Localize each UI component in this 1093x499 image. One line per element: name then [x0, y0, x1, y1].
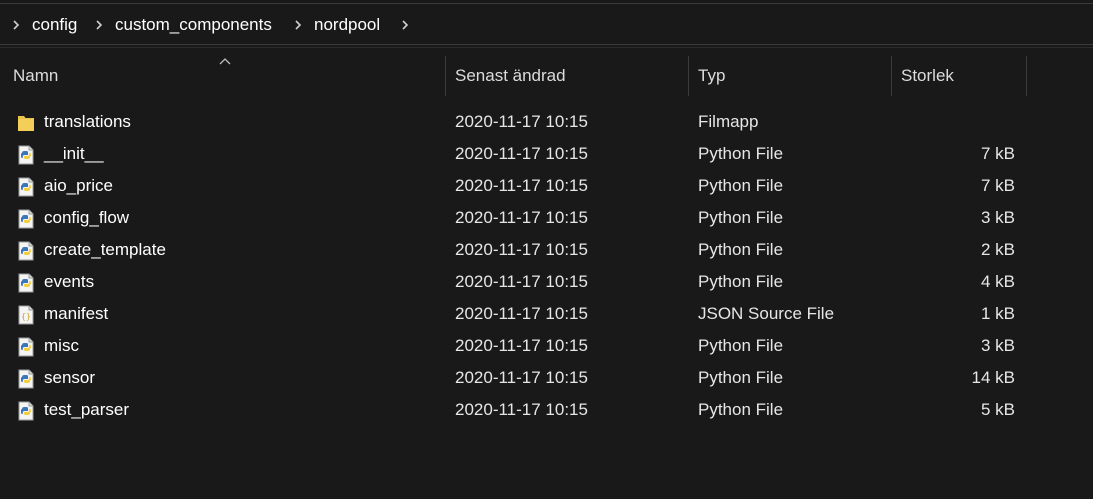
file-modified-date: 2020-11-17 10:15: [455, 112, 588, 131]
file-size: 2 kB: [980, 240, 1015, 259]
file-type: Python File: [698, 176, 784, 195]
file-type: Python File: [698, 208, 784, 227]
folder-icon: [17, 113, 35, 133]
file-size: 7 kB: [980, 176, 1015, 195]
column-header-modified[interactable]: Senast ändrad: [455, 56, 566, 96]
file-modified-date: 2020-11-17 10:15: [455, 208, 588, 227]
file-type: Filmapp: [698, 112, 759, 131]
column-header-type[interactable]: Typ: [698, 56, 725, 96]
file-modified-date: 2020-11-17 10:15: [455, 304, 588, 323]
file-type: Python File: [698, 272, 784, 291]
file-size: 14 kB: [971, 368, 1015, 387]
file-type: Python File: [698, 144, 784, 163]
file-name: translations: [44, 112, 131, 131]
chevron-right-icon[interactable]: [291, 4, 305, 46]
breadcrumb-item-config[interactable]: config: [32, 4, 77, 46]
file-row[interactable]: translations 2020-11-17 10:15 Filmapp: [0, 106, 1093, 138]
file-size: 5 kB: [980, 400, 1015, 419]
python-file-icon: [17, 145, 35, 165]
python-file-icon: [17, 369, 35, 389]
file-name: events: [44, 272, 95, 291]
file-name: aio_price: [44, 176, 113, 195]
file-row[interactable]: test_parser 2020-11-17 10:15 Python File 5 …: [0, 394, 1093, 426]
file-list: Namn Senast ändrad Typ Storlek translati…: [0, 48, 1093, 499]
python-file-icon: [17, 401, 35, 421]
file-name: sensor: [44, 368, 96, 387]
column-divider[interactable]: [1026, 56, 1027, 96]
file-modified-date: 2020-11-17 10:15: [455, 272, 588, 291]
file-row[interactable]: events 2020-11-17 10:15 Python File 4 kB: [0, 266, 1093, 298]
file-size: 4 kB: [980, 272, 1015, 291]
chevron-right-icon[interactable]: [92, 4, 106, 46]
file-row[interactable]: misc 2020-11-17 10:15 Python File 3 kB: [0, 330, 1093, 362]
column-header-row: Namn Senast ändrad Typ Storlek: [0, 56, 1093, 96]
sort-ascending-icon: [219, 58, 231, 65]
svg-text:{}: {}: [21, 312, 31, 321]
file-row[interactable]: __init__ 2020-11-17 10:15 Python File 7 kB: [0, 138, 1093, 170]
file-type: Python File: [698, 368, 784, 387]
address-bar: config custom_components nordpool: [0, 0, 1093, 48]
breadcrumb-item-custom-components[interactable]: custom_components: [115, 4, 272, 46]
python-file-icon: [17, 177, 35, 197]
file-name: test_parser: [44, 400, 130, 419]
file-size: 3 kB: [980, 208, 1015, 227]
breadcrumb[interactable]: config custom_components nordpool: [0, 3, 1093, 45]
file-type: JSON Source File: [698, 304, 835, 323]
breadcrumb-item-nordpool[interactable]: nordpool: [314, 4, 380, 46]
file-type: Python File: [698, 400, 784, 419]
column-divider[interactable]: [891, 56, 892, 96]
chevron-right-icon[interactable]: [9, 4, 23, 46]
column-header-size[interactable]: Storlek: [901, 56, 954, 96]
file-modified-date: 2020-11-17 10:15: [455, 144, 588, 163]
file-row[interactable]: sensor 2020-11-17 10:15 Python File 14 kB: [0, 362, 1093, 394]
file-name: config_flow: [44, 208, 130, 227]
chevron-right-icon[interactable]: [398, 4, 412, 46]
file-size: 3 kB: [980, 336, 1015, 355]
file-type: Python File: [698, 240, 784, 259]
file-modified-date: 2020-11-17 10:15: [455, 336, 588, 355]
python-file-icon: [17, 273, 35, 293]
column-divider[interactable]: [445, 56, 446, 96]
python-file-icon: [17, 209, 35, 229]
column-header-name[interactable]: Namn: [13, 56, 58, 96]
json-file-icon: {}: [17, 305, 35, 325]
file-row[interactable]: config_flow 2020-11-17 10:15 Python File 3 …: [0, 202, 1093, 234]
file-modified-date: 2020-11-17 10:15: [455, 240, 588, 259]
file-row[interactable]: {} manifest 2020-11-17 10:15 JSON Source Fi…: [0, 298, 1093, 330]
file-row[interactable]: aio_price 2020-11-17 10:15 Python File 7 kB: [0, 170, 1093, 202]
file-name: misc: [44, 336, 79, 355]
python-file-icon: [17, 337, 35, 357]
file-modified-date: 2020-11-17 10:15: [455, 400, 588, 419]
file-name: create_template: [44, 240, 166, 259]
file-name: __init__: [44, 144, 104, 163]
file-size: 7 kB: [980, 144, 1015, 163]
file-modified-date: 2020-11-17 10:15: [455, 176, 588, 195]
file-size: 1 kB: [980, 304, 1015, 323]
column-divider[interactable]: [688, 56, 689, 96]
file-type: Python File: [698, 336, 784, 355]
file-modified-date: 2020-11-17 10:15: [455, 368, 588, 387]
file-name: manifest: [44, 304, 109, 323]
python-file-icon: [17, 241, 35, 261]
file-row[interactable]: create_template 2020-11-17 10:15 Python Fi…: [0, 234, 1093, 266]
